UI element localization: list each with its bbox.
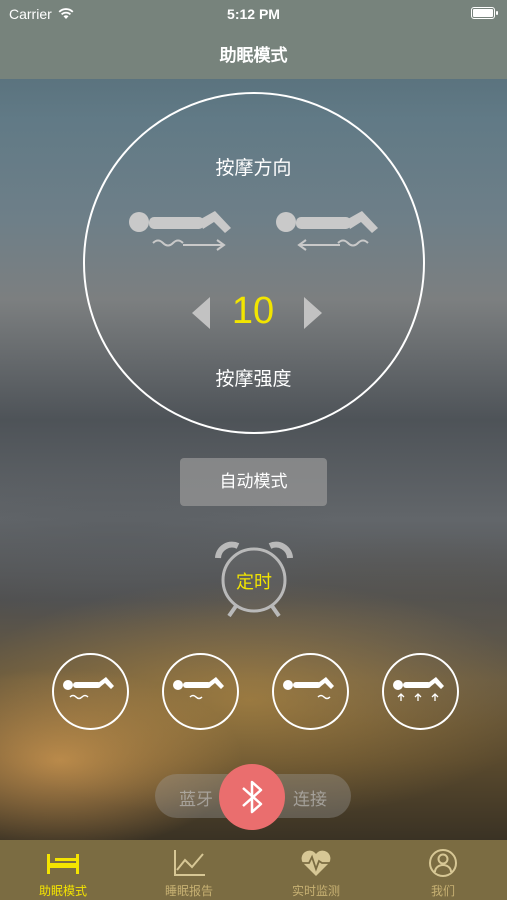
bluetooth-pill-right-text: 连接: [293, 790, 327, 810]
tab-label: 我们: [430, 884, 455, 898]
mode-wave-full-button[interactable]: [52, 653, 129, 730]
tab-sleep-report[interactable]: 睡眠报告: [126, 840, 252, 900]
tab-bar: 助眠模式 睡眠报告 实时监测 我们: [0, 840, 507, 900]
bluetooth-button[interactable]: [219, 764, 285, 830]
tab-label: 睡眠报告: [164, 884, 213, 898]
mode-wave-middle-button[interactable]: [162, 653, 239, 730]
direction-foot-to-head-button[interactable]: [272, 208, 380, 268]
triangle-left-icon: [192, 297, 210, 329]
page-title: 助眠模式: [219, 46, 288, 66]
person-lying-lift-icon: [393, 677, 444, 701]
status-time: 5:12 PM: [227, 6, 280, 22]
tab-label: 助眠模式: [38, 884, 87, 898]
person-lying-wave-icon: [63, 677, 114, 700]
massage-level-value: 10: [231, 290, 275, 332]
decrease-level-button[interactable]: [188, 295, 216, 331]
bluetooth-icon: [242, 780, 263, 814]
tab-about-us[interactable]: 我们: [380, 840, 506, 900]
increase-level-button[interactable]: [298, 295, 326, 331]
tab-realtime-monitor[interactable]: 实时监测: [253, 840, 379, 900]
tab-label: 实时监测: [291, 884, 340, 898]
triangle-right-icon: [304, 297, 322, 329]
person-lying-right-arrow-icon: [129, 211, 231, 251]
mode-lift-button[interactable]: [382, 653, 459, 730]
massage-direction-title: 按摩方向: [215, 157, 292, 179]
massage-strength-title: 按摩强度: [215, 368, 292, 390]
direction-head-to-foot-button[interactable]: [127, 208, 235, 268]
user-icon: [429, 849, 457, 877]
bluetooth-pill-left-text: 蓝牙: [179, 790, 213, 810]
person-lying-left-arrow-icon: [276, 211, 378, 251]
chart-icon: [174, 850, 205, 876]
battery-icon: [471, 7, 498, 19]
auto-mode-button[interactable]: 自动模式: [180, 458, 327, 506]
tab-sleep-mode[interactable]: 助眠模式: [0, 840, 126, 900]
bed-icon: [47, 854, 79, 874]
heart-monitor-icon: [301, 850, 331, 876]
person-lying-wave-icon: [283, 677, 334, 700]
mode-wave-legs-button[interactable]: [272, 653, 349, 730]
status-bar: Carrier 5:12 PM: [0, 0, 507, 30]
timer-label: 定时: [236, 572, 272, 593]
person-lying-wave-icon: [173, 677, 224, 700]
